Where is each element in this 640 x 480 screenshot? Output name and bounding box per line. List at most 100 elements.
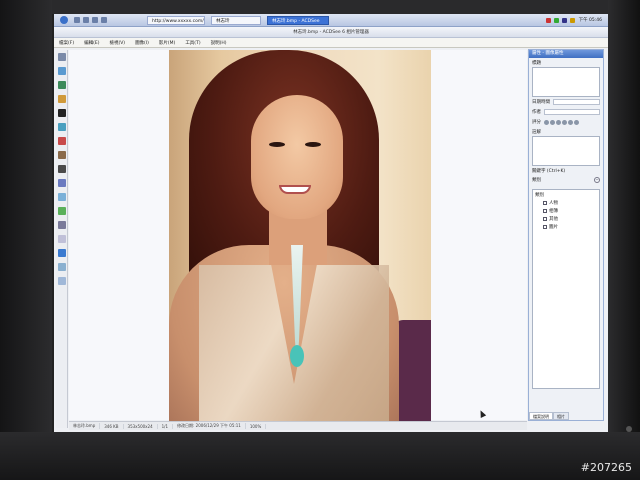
quicklaunch-icon[interactable] — [92, 17, 98, 23]
tree-item-label: 其他 — [549, 217, 558, 222]
tool-icon[interactable] — [57, 53, 66, 61]
date-field[interactable] — [553, 99, 600, 105]
tray-icon[interactable] — [569, 17, 575, 23]
menu-edit[interactable]: 編輯(E) — [79, 40, 104, 46]
tool-icon[interactable] — [57, 221, 66, 229]
menu-movie[interactable]: 影片(M) — [154, 40, 180, 46]
portrait-photo — [169, 50, 431, 422]
status-modified: 修改日期: 2006/12/29 下午 05:11 — [173, 423, 246, 429]
tool-icon[interactable] — [57, 235, 66, 243]
tab-photo[interactable]: 相片 — [553, 412, 569, 420]
right-eye — [305, 142, 321, 147]
taskbar: http://www.xxxxx.com/... 林志玲 林志玲.bmp - A… — [54, 14, 608, 27]
rating-row: 評分 — [529, 117, 603, 127]
rating-control[interactable] — [544, 119, 579, 125]
tool-icon[interactable] — [57, 95, 66, 103]
tool-icon[interactable] — [57, 81, 66, 89]
rating-label: 評分 — [532, 120, 541, 125]
rating-dot-icon[interactable] — [568, 119, 573, 125]
tool-icon[interactable] — [57, 151, 66, 159]
date-row: 日期時間 — [529, 97, 603, 107]
tree-item-label: 圖片 — [549, 225, 558, 230]
tool-icon[interactable] — [57, 193, 66, 201]
start-button[interactable] — [60, 16, 68, 24]
notes-field[interactable] — [532, 136, 600, 166]
menu-view[interactable]: 檢視(V) — [104, 40, 130, 46]
rating-dot-icon[interactable] — [544, 119, 549, 125]
categories-label: 類別 — [532, 178, 541, 183]
rating-dot-icon[interactable] — [574, 119, 579, 125]
status-zoom: 100% — [246, 423, 267, 429]
screen: http://www.xxxxx.com/... 林志玲 林志玲.bmp - A… — [54, 14, 608, 432]
status-bar: 林志玲.bmp 346 KB 353x500x24 1/1 修改日期: 2006… — [69, 421, 527, 430]
tree-item[interactable]: 其他 — [535, 216, 597, 222]
caption-label: 標題 — [532, 61, 541, 66]
tool-icon[interactable] — [57, 263, 66, 271]
menu-file[interactable]: 檔案(F) — [54, 40, 79, 46]
panel-title: 屬性 - 圖像屬性 — [529, 50, 603, 58]
checkbox[interactable] — [543, 217, 547, 221]
tool-sidebar — [56, 50, 68, 428]
status-dimensions: 353x500x24 — [124, 423, 158, 429]
author-label: 作者 — [532, 110, 541, 115]
quicklaunch-icon[interactable] — [101, 17, 107, 23]
tab-file-info[interactable]: 檔案說明 — [529, 412, 553, 420]
tray-icon[interactable] — [561, 17, 567, 23]
panel-tabs: 檔案說明 相片 — [529, 412, 603, 420]
categories-row: 類別 − — [529, 175, 603, 185]
menubar: 檔案(F) 編輯(E) 檢視(V) 圖像(I) 影片(M) 工具(T) 說明(H… — [54, 38, 608, 48]
properties-panel: 屬性 - 圖像屬性 標題 日期時間 作者 評分 註解 關鍵字 (Ctrl+K) … — [528, 49, 604, 421]
collapse-icon[interactable]: − — [594, 177, 600, 183]
tray-icon[interactable] — [553, 17, 559, 23]
quicklaunch-icon[interactable] — [83, 17, 89, 23]
left-eye — [269, 142, 285, 147]
tool-icon[interactable] — [57, 109, 66, 117]
tool-icon[interactable] — [57, 165, 66, 173]
power-led-icon — [626, 426, 632, 432]
category-tree: 類別 人物 相簿 其他 圖片 — [532, 189, 600, 389]
tool-icon[interactable] — [57, 249, 66, 257]
checkbox[interactable] — [543, 201, 547, 205]
pendant-gem — [290, 345, 304, 367]
notes-label: 註解 — [532, 130, 541, 135]
author-row: 作者 — [529, 107, 603, 117]
taskbar-item-browser[interactable]: http://www.xxxxx.com/... — [147, 15, 205, 25]
quicklaunch-icon[interactable] — [74, 17, 80, 23]
author-field[interactable] — [544, 109, 600, 115]
tool-icon[interactable] — [57, 67, 66, 75]
system-tray: 下午 05:46 — [543, 17, 608, 23]
face — [251, 95, 343, 219]
checkbox[interactable] — [543, 225, 547, 229]
menu-help[interactable]: 說明(H) — [206, 40, 232, 46]
tree-item[interactable]: 圖片 — [535, 224, 597, 230]
status-index: 1/1 — [158, 423, 174, 429]
monitor-bezel-left — [0, 0, 52, 480]
mouse-cursor-icon — [477, 409, 487, 418]
tree-item-label: 人物 — [549, 201, 558, 206]
rating-dot-icon[interactable] — [556, 119, 561, 125]
menu-image[interactable]: 圖像(I) — [130, 40, 154, 46]
tree-root[interactable]: 類別 — [535, 192, 597, 198]
tree-item[interactable]: 相簿 — [535, 208, 597, 214]
caption-field[interactable] — [532, 67, 600, 97]
rating-dot-icon[interactable] — [562, 119, 567, 125]
tool-icon[interactable] — [57, 179, 66, 187]
taskbar-clock[interactable]: 下午 05:46 — [579, 17, 602, 23]
monitor-frame: http://www.xxxxx.com/... 林志玲 林志玲.bmp - A… — [0, 0, 640, 480]
tray-icon[interactable] — [545, 17, 551, 23]
monitor-bezel-right — [608, 0, 640, 480]
taskbar-item-folder[interactable]: 林志玲 — [211, 15, 261, 25]
menu-tools[interactable]: 工具(T) — [180, 40, 205, 46]
tree-item[interactable]: 人物 — [535, 200, 597, 206]
tool-icon[interactable] — [57, 123, 66, 131]
rating-dot-icon[interactable] — [550, 119, 555, 125]
status-filename: 林志玲.bmp — [69, 423, 101, 429]
tool-icon[interactable] — [57, 137, 66, 145]
checkbox[interactable] — [543, 209, 547, 213]
tool-icon[interactable] — [57, 207, 66, 215]
tool-icon[interactable] — [57, 277, 66, 285]
keywords-label: 關鍵字 (Ctrl+K) — [532, 169, 566, 174]
image-canvas[interactable] — [69, 50, 527, 422]
taskbar-item-acdsee[interactable]: 林志玲.bmp - ACDSee — [267, 15, 329, 25]
smile — [279, 185, 311, 194]
